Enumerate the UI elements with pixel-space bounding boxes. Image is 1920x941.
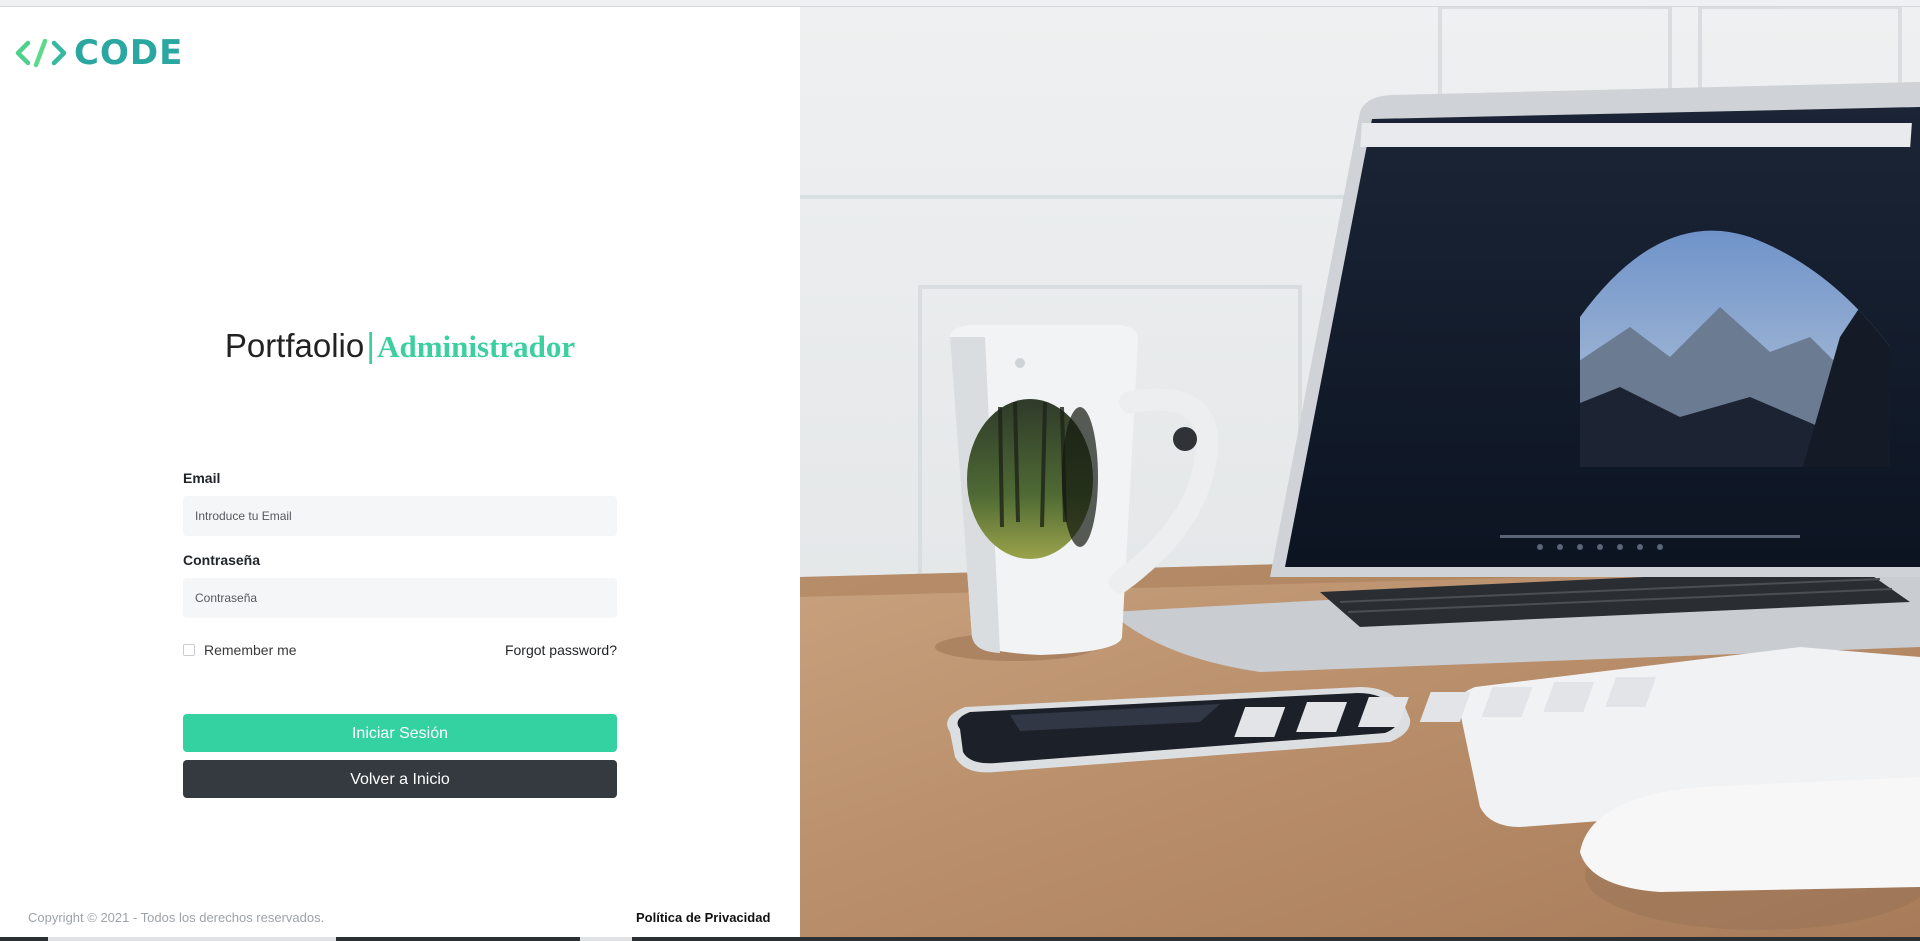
back-home-button[interactable]: Volver a Inicio xyxy=(183,760,617,798)
form-options: Remember me Forgot password? xyxy=(183,640,617,660)
password-label: Contraseña xyxy=(183,552,261,568)
login-panel: CODE Portfaolio|Administrador Email Cont… xyxy=(0,7,800,937)
remember-me-label: Remember me xyxy=(204,642,297,658)
remember-me-checkbox[interactable] xyxy=(183,644,195,656)
browser-bottom-strip xyxy=(0,937,1920,941)
page-title-accent: Administrador xyxy=(377,329,576,364)
page-title: Portfaolio|Administrador xyxy=(0,327,800,366)
password-field[interactable] xyxy=(183,578,617,618)
login-button[interactable]: Iniciar Sesión xyxy=(183,714,617,752)
password-group: Contraseña xyxy=(183,552,617,618)
privacy-policy-link[interactable]: Política de Privacidad xyxy=(636,910,770,925)
hero-image xyxy=(800,7,1920,937)
desk-scene-illustration xyxy=(800,7,1920,937)
bottom-strip-segment xyxy=(48,937,336,941)
logo-text: CODE xyxy=(74,33,184,73)
email-group: Email xyxy=(183,470,617,536)
login-form: Email Contraseña Remember me Forgot pass… xyxy=(183,470,617,798)
browser-top-rule xyxy=(0,0,1920,7)
page-title-separator: | xyxy=(366,327,376,365)
bottom-strip-segment xyxy=(580,937,632,941)
login-page: CODE Portfaolio|Administrador Email Cont… xyxy=(0,0,1920,941)
email-label: Email xyxy=(183,470,221,486)
forgot-password-link[interactable]: Forgot password? xyxy=(505,642,617,658)
copyright-text: Copyright © 2021 - Todos los derechos re… xyxy=(28,910,325,925)
page-title-main: Portfaolio xyxy=(224,327,365,364)
remember-me[interactable]: Remember me xyxy=(183,642,297,658)
code-brackets-icon xyxy=(15,38,67,68)
email-field[interactable] xyxy=(183,496,617,536)
logo[interactable]: CODE xyxy=(14,33,183,73)
